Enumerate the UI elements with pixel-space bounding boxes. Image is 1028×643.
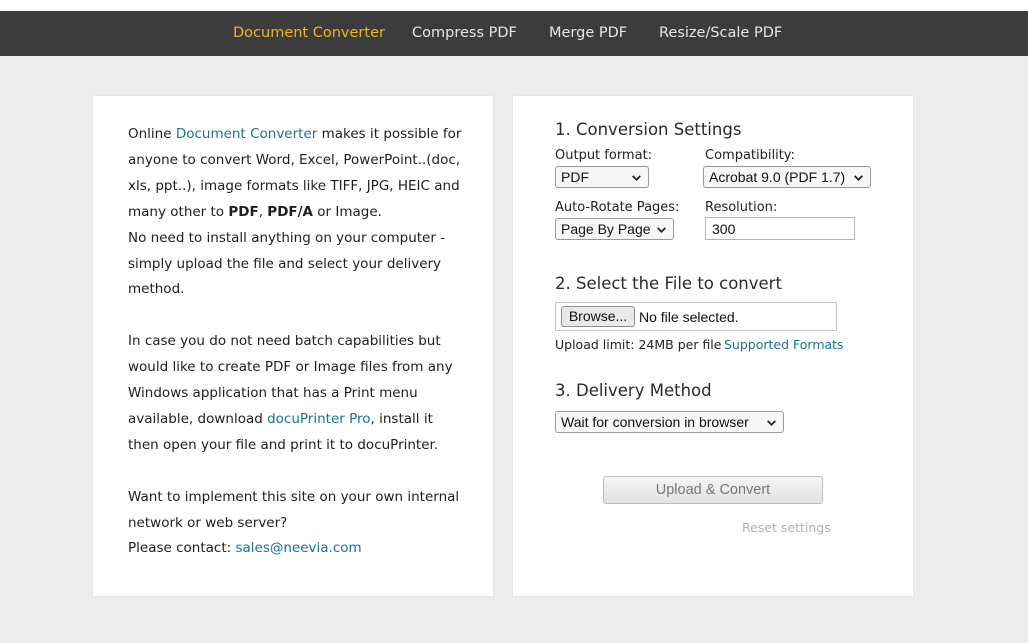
auto-rotate-label: Auto-Rotate Pages:	[555, 200, 680, 215]
contact-email-link[interactable]: sales@neevia.com	[235, 540, 361, 556]
file-status: No file selected.	[639, 309, 739, 325]
compatibility-label: Compatibility:	[705, 148, 795, 163]
chevron-down-icon	[767, 420, 776, 426]
auto-rotate-select[interactable]: Page By Page	[555, 218, 674, 240]
resolution-input[interactable]: 300	[705, 217, 855, 240]
delivery-method-select[interactable]: Wait for conversion in browser	[555, 411, 784, 433]
nav-resize-scale-pdf[interactable]: Resize/Scale PDF	[659, 25, 782, 41]
output-format-label: Output format:	[555, 148, 653, 163]
intro-paragraph-3: In case you do not need batch capabiliti…	[128, 333, 453, 453]
conversion-settings-title: 1. Conversion Settings	[555, 120, 742, 139]
top-strip	[0, 0, 1028, 11]
nav-merge-pdf[interactable]: Merge PDF	[549, 25, 627, 41]
intro-panel: Online Document Converter makes it possi…	[93, 96, 493, 596]
upload-convert-button[interactable]: Upload & Convert	[603, 476, 823, 504]
docuprinter-pro-link[interactable]: docuPrinter Pro	[267, 411, 370, 427]
supported-formats-link[interactable]: Supported Formats	[724, 337, 844, 352]
reset-settings-link[interactable]: Reset settings	[742, 520, 831, 535]
intro-paragraph-4: Want to implement this site on your own …	[128, 488, 460, 531]
delivery-method-title: 3. Delivery Method	[555, 381, 712, 400]
chevron-down-icon	[657, 227, 666, 233]
file-input[interactable]: Browse... No file selected.	[555, 302, 837, 331]
converter-panel: 1. Conversion Settings Output format: PD…	[513, 96, 913, 596]
intro-paragraph-1: Online Document Converter makes it possi…	[128, 126, 462, 220]
document-converter-link[interactable]: Document Converter	[176, 126, 317, 142]
output-format-select[interactable]: PDF	[555, 166, 649, 188]
nav-compress-pdf[interactable]: Compress PDF	[412, 25, 517, 41]
intro-paragraph-2: No need to install anything on your comp…	[128, 229, 446, 298]
chevron-down-icon	[854, 175, 863, 181]
compatibility-select[interactable]: Acrobat 9.0 (PDF 1.7)	[703, 166, 871, 188]
upload-limit-text: Upload limit: 24MB per file	[555, 337, 722, 352]
browse-button[interactable]: Browse...	[561, 306, 635, 327]
intro-paragraph-5: Please contact: sales@neevia.com	[128, 540, 362, 557]
chevron-down-icon	[632, 175, 641, 181]
top-navbar: Document Converter Compress PDF Merge PD…	[0, 11, 1028, 56]
intro-text: Online Document Converter makes it possi…	[128, 122, 463, 562]
nav-document-converter[interactable]: Document Converter	[233, 25, 385, 41]
resolution-label: Resolution:	[705, 200, 778, 215]
select-file-title: 2. Select the File to convert	[555, 274, 782, 293]
